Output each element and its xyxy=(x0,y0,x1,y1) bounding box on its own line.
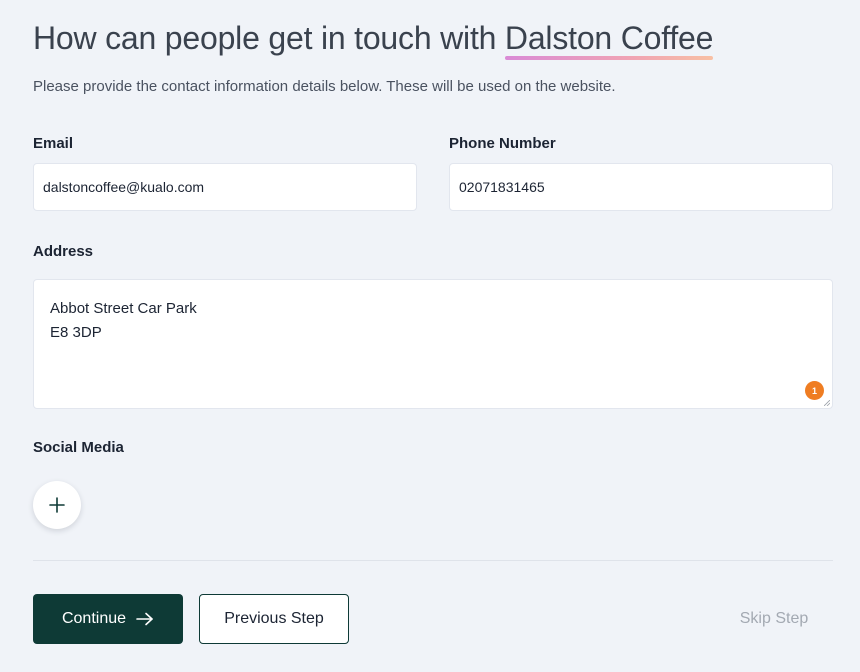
phone-label: Phone Number xyxy=(449,135,556,152)
phone-field-value: 02071831465 xyxy=(459,179,545,195)
previous-step-button[interactable]: Previous Step xyxy=(199,594,349,644)
email-field[interactable]: dalstoncoffee@kualo.com xyxy=(33,163,417,211)
contact-details-step: How can people get in touch with Dalston… xyxy=(0,0,860,672)
email-label: Email xyxy=(33,135,74,152)
page-title-prefix: How can people get in touch with xyxy=(33,20,505,56)
address-line-2: E8 3DP xyxy=(50,324,102,341)
page-title: How can people get in touch with Dalston… xyxy=(33,20,714,60)
continue-button-label: Continue xyxy=(61,610,127,627)
resize-handle-icon[interactable] xyxy=(824,400,830,406)
email-field-value: dalstoncoffee@kualo.com xyxy=(43,179,205,195)
continue-button[interactable]: Continue xyxy=(33,594,183,644)
notification-badge: 1 xyxy=(805,381,824,400)
social-media-label: Social Media xyxy=(33,439,124,456)
plus-icon xyxy=(49,497,65,513)
phone-field[interactable]: 02071831465 xyxy=(449,163,833,211)
address-textarea[interactable]: Abbot Street Car Park E8 3DP 1 xyxy=(33,279,833,409)
address-line-1: Abbot Street Car Park xyxy=(50,300,197,317)
business-name: Dalston Coffee xyxy=(504,20,714,60)
add-social-media-button[interactable] xyxy=(33,481,81,529)
address-label: Address xyxy=(33,243,94,260)
arrow-right-icon xyxy=(136,612,153,626)
page-subtitle: Please provide the contact information d… xyxy=(33,78,616,95)
divider xyxy=(33,560,833,561)
skip-step-button[interactable]: Skip Step xyxy=(724,594,824,644)
